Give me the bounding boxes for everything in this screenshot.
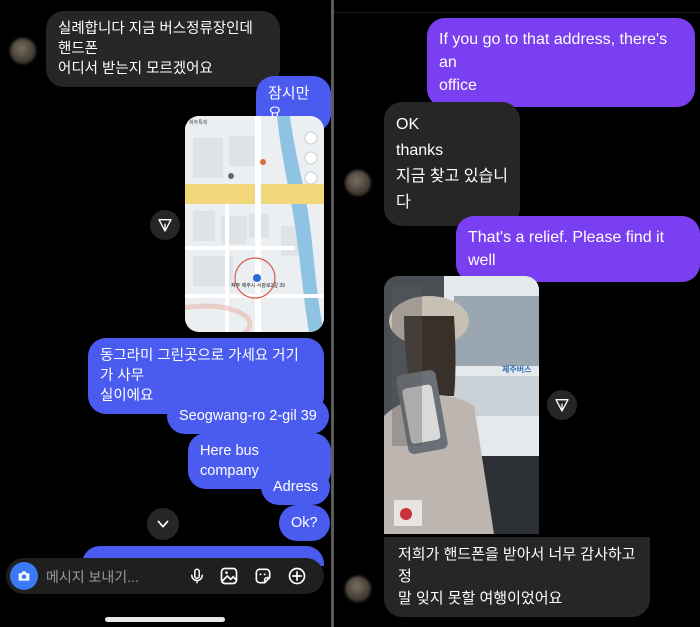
share-icon	[158, 219, 172, 232]
gallery-icon	[220, 567, 238, 585]
shared-photo[interactable]: 제주버스	[384, 276, 539, 534]
contact-avatar[interactable]	[10, 38, 36, 64]
message-composer[interactable]: 메시지 보내기...	[6, 558, 324, 594]
plus-icon	[288, 567, 306, 585]
left-chat-panel: 실례합니다 지금 버스정류장인데 핸드폰 어디서 받는지 모르겠어요 잠시만요	[0, 0, 331, 627]
outgoing-message[interactable]: If you go to that address, there's an of…	[427, 18, 695, 107]
share-button[interactable]	[547, 390, 577, 420]
home-indicator	[105, 617, 225, 622]
outgoing-message[interactable]: Adress	[261, 469, 331, 505]
map-label: 제주특례	[189, 120, 208, 126]
map-image[interactable]: 제주특례 제주 제주시 서광로2길 39	[185, 116, 324, 332]
camera-button[interactable]	[10, 562, 38, 590]
more-button[interactable]	[286, 565, 308, 587]
photo-graphic	[384, 276, 539, 534]
gallery-button[interactable]	[218, 565, 240, 587]
header-separator	[334, 12, 700, 13]
message-input[interactable]: 메시지 보내기...	[46, 567, 139, 587]
sticker-icon	[255, 568, 271, 584]
sticker-button[interactable]	[252, 565, 274, 587]
contact-avatar[interactable]	[345, 170, 371, 196]
bus-livery-text: 제주버스	[502, 365, 532, 374]
voice-button[interactable]	[186, 565, 208, 587]
incoming-message[interactable]: 실례합니다 지금 버스정류장인데 핸드폰 어디서 받는지 모르겠어요	[46, 11, 280, 87]
microphone-icon	[191, 568, 203, 584]
map-pin-label: 제주 제주시 서광로2길 39	[231, 283, 285, 289]
map-graphic	[185, 116, 324, 332]
chevron-down-icon	[157, 520, 169, 528]
share-icon	[555, 399, 569, 412]
scroll-to-bottom-button[interactable]	[147, 508, 179, 540]
incoming-message[interactable]: OK thanks 지금 찾고 있습니다	[384, 102, 520, 226]
contact-avatar[interactable]	[345, 576, 371, 602]
camera-icon	[18, 571, 30, 581]
outgoing-message[interactable]: Seogwang-ro 2-gil 39	[167, 398, 329, 434]
outgoing-message[interactable]: That's a relief. Please find it well	[456, 216, 700, 282]
outgoing-message[interactable]: Ok?	[279, 505, 330, 541]
share-button[interactable]	[150, 210, 180, 240]
incoming-message[interactable]: 저희가 핸드폰을 받아서 너무 감사하고 정 말 잊지 못할 여행이었어요	[384, 537, 650, 617]
